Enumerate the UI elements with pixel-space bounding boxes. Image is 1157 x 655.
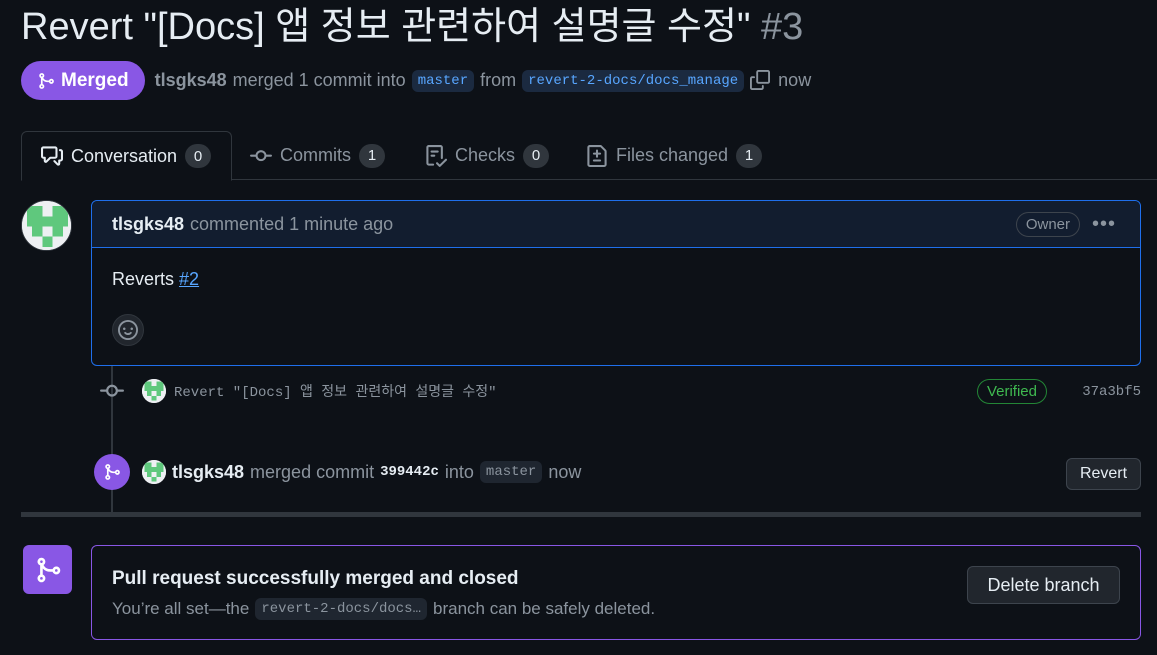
- tab-checks-count: 0: [523, 143, 550, 168]
- merge-time: now: [548, 461, 582, 482]
- avatar[interactable]: [142, 460, 166, 484]
- avatar[interactable]: [142, 379, 166, 403]
- merge-event: tlsgks48 merged commit 399442c into mast…: [94, 454, 1141, 490]
- comment-body-text: Reverts: [112, 269, 175, 289]
- state-label: Merged: [61, 69, 129, 91]
- smiley-icon: [118, 320, 138, 340]
- timeline-divider: [21, 512, 1141, 517]
- kebab-menu-icon[interactable]: •••: [1092, 213, 1116, 236]
- git-commit-icon: [250, 149, 272, 161]
- tab-checks-label: Checks: [455, 145, 516, 165]
- tab-commits-label: Commits: [280, 145, 351, 165]
- git-merge-icon: [105, 464, 120, 480]
- commit-message[interactable]: Revert "[Docs] 앱 정보 관련하여 설명글 수정": [174, 381, 497, 401]
- pr-title: Revert "[Docs] 앱 정보 관련하여 설명글 수정": [21, 6, 751, 48]
- merge-author[interactable]: tlsgks48: [172, 462, 244, 483]
- pr-meta: Merged tlsgks48 merged 1 commit into mas…: [21, 61, 811, 100]
- copy-icon[interactable]: [750, 69, 772, 92]
- comment-box: tlsgks48 commented 1 minute ago Owner ••…: [91, 200, 1141, 366]
- base-branch[interactable]: master: [411, 69, 475, 92]
- merge-sha[interactable]: 399442c: [380, 464, 439, 480]
- comment-header: tlsgks48 commented 1 minute ago Owner ••…: [92, 201, 1140, 248]
- page-title: Revert "[Docs] 앱 정보 관련하여 설명글 수정" #3: [21, 4, 803, 50]
- from-text: from: [480, 70, 517, 90]
- comment-action: commented 1 minute ago: [190, 213, 394, 234]
- tab-commits[interactable]: Commits 1: [250, 131, 385, 180]
- merge-branch[interactable]: master: [479, 461, 543, 483]
- head-branch[interactable]: revert-2-docs/docs_manage: [522, 69, 745, 92]
- checklist-icon: [426, 144, 447, 167]
- tab-conversation[interactable]: Conversation 0: [21, 131, 233, 181]
- comment-author[interactable]: tlsgks48: [112, 214, 184, 235]
- tab-files-changed-label: Files changed: [616, 145, 729, 165]
- git-commit-icon: [100, 384, 124, 397]
- merge-text: merged commit: [250, 461, 375, 482]
- file-diff-icon: [587, 144, 607, 167]
- merged-sub-suffix: branch can be safely deleted.: [433, 599, 656, 618]
- add-reaction-button[interactable]: [112, 314, 144, 346]
- pr-tabs: Conversation 0 Commits 1 Checks 0 Files …: [21, 131, 1157, 181]
- delete-branch-button[interactable]: Delete branch: [967, 566, 1120, 604]
- tab-files-changed[interactable]: Files changed 1: [586, 131, 763, 180]
- merged-title: Pull request successfully merged and clo…: [112, 568, 519, 589]
- pr-number: #3: [761, 6, 804, 48]
- issue-link[interactable]: #2: [179, 269, 199, 289]
- tab-commits-count: 1: [359, 143, 385, 168]
- commit-sha[interactable]: 37a3bf5: [1082, 384, 1141, 400]
- merged-box: Pull request successfully merged and clo…: [91, 545, 1141, 640]
- tab-files-changed-count: 1: [736, 143, 763, 168]
- merge-badge: [94, 454, 130, 490]
- merged-time: now: [778, 70, 812, 90]
- deletable-branch[interactable]: revert-2-docs/docs…: [255, 598, 427, 620]
- owner-badge: Owner: [1015, 212, 1080, 237]
- comment-body: Reverts #2: [92, 248, 1140, 311]
- commit-row: Revert "[Docs] 앱 정보 관련하여 설명글 수정" Verifie…: [100, 377, 1141, 405]
- verified-badge[interactable]: Verified: [976, 379, 1047, 404]
- merged-status-icon: [23, 545, 72, 594]
- avatar[interactable]: [21, 200, 72, 251]
- tab-checks[interactable]: Checks 0: [425, 131, 550, 180]
- into-text: into: [444, 461, 474, 482]
- tab-conversation-count: 0: [185, 144, 212, 168]
- merged-text: merged 1 commit into: [232, 70, 406, 90]
- state-badge: Merged: [21, 61, 145, 100]
- merged-sub-prefix: You’re all set—the: [112, 599, 250, 618]
- revert-button[interactable]: Revert: [1066, 458, 1141, 490]
- author-link[interactable]: tlsgks48: [155, 70, 227, 91]
- comment-discussion-icon: [41, 146, 63, 166]
- git-merge-icon: [39, 72, 54, 89]
- tab-conversation-label: Conversation: [71, 145, 178, 166]
- git-merge-icon: [37, 557, 60, 582]
- merged-subtitle: You’re all set—the revert-2-docs/docs… b…: [112, 598, 655, 620]
